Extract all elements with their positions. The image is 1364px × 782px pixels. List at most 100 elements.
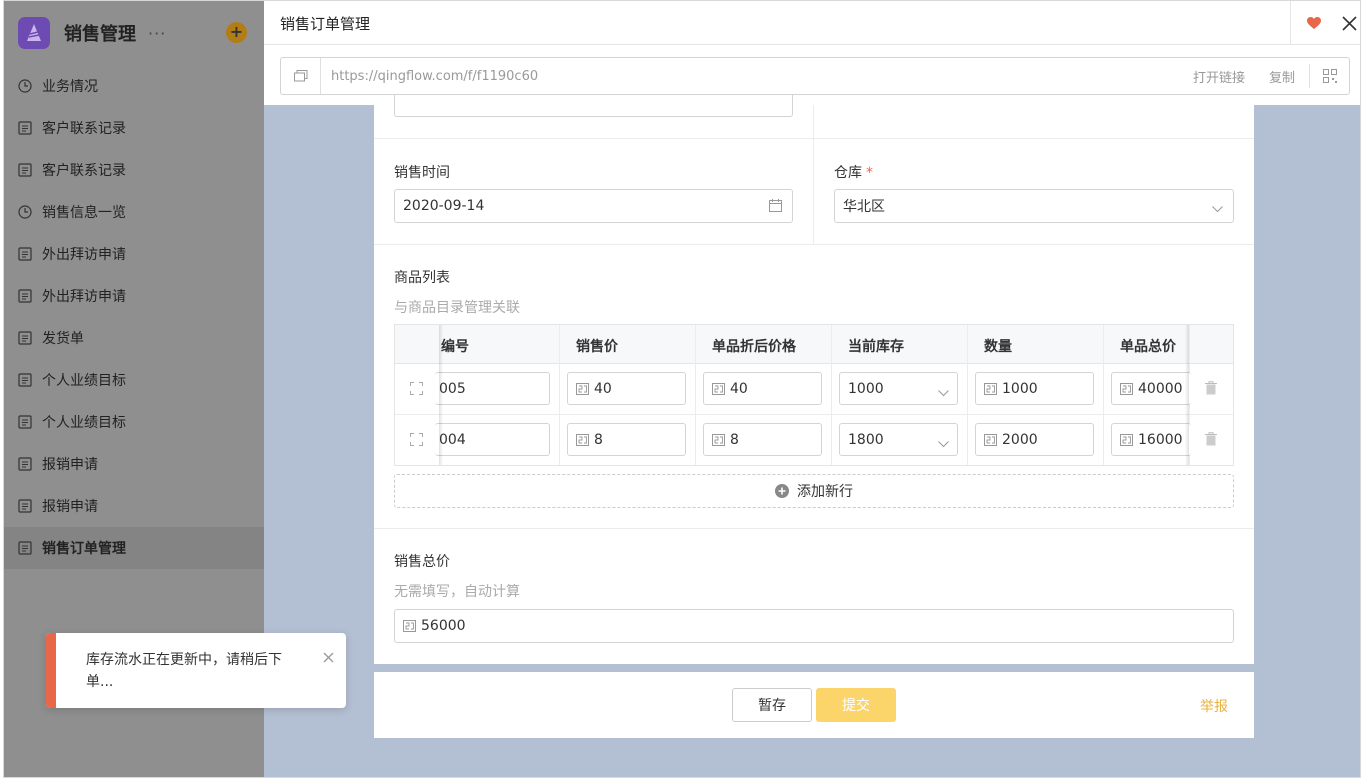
toast-accent-bar <box>46 633 56 708</box>
sidebar-nav: 业务情况客户联系记录 客户联系记录 销售信息一览 外出拜访申请 外出拜访申请 发货单个人业… <box>4 65 264 569</box>
modal-header: 销售订单管理 <box>264 1 1360 45</box>
th-discount-price: 单品折后价格 <box>712 339 796 355</box>
more-options-icon[interactable]: ··· <box>148 24 166 43</box>
sidebar-item[interactable]: 客户联系记录 <box>4 149 264 191</box>
sidebar-item[interactable]: 外出拜访申请 <box>4 275 264 317</box>
sidebar-header: 销售管理 ··· <box>4 1 264 65</box>
delete-row-icon[interactable] <box>1205 381 1217 399</box>
warehouse-value: 华北区 <box>843 199 885 215</box>
sidebar-item-label: 客户联系记录 <box>42 163 126 179</box>
warehouse-select[interactable]: 华北区 <box>834 189 1234 223</box>
app-logo[interactable] <box>18 17 50 49</box>
product-table: 编号 销售价 单品折后价格 当前库存 数量 单品总价 005 40 40 100… <box>394 324 1234 466</box>
qr-code-button[interactable] <box>1309 64 1349 88</box>
sidebar-item-label: 外出拜访申请 <box>42 289 126 305</box>
app-logo-icon <box>27 24 41 41</box>
open-link-button[interactable]: 打开链接 <box>1193 67 1245 86</box>
code-input[interactable]: 004 <box>435 423 550 456</box>
total-input[interactable]: 16000 <box>1111 423 1191 456</box>
form-icon <box>18 373 32 387</box>
submit-button[interactable]: 提交 <box>816 688 896 722</box>
number-icon <box>984 433 998 446</box>
share-link-box: https://qingflow.com/f/f1190c60 打开链接 复制 <box>280 57 1350 95</box>
sidebar-item-label: 外出拜访申请 <box>42 247 126 263</box>
price-input[interactable]: 8 <box>567 423 686 456</box>
total-price-hint: 无需填写，自动计算 <box>394 584 520 600</box>
close-modal-button[interactable] <box>1336 1 1360 45</box>
th-price: 销售价 <box>576 339 618 355</box>
add-app-button[interactable]: + <box>226 22 247 43</box>
sidebar-item[interactable]: 客户联系记录 <box>4 107 264 149</box>
sidebar-item-label: 报销申请 <box>42 457 98 473</box>
total-price-label: 销售总价 <box>394 554 450 570</box>
dashboard-icon <box>18 205 32 219</box>
app-window: 销售管理 ··· + 业务情况客户联系记录 客户联系记录 销售信息一览 外出拜访申请外… <box>3 0 1361 778</box>
copy-link-button[interactable]: 复制 <box>1269 67 1295 86</box>
sidebar-item[interactable]: 个人业绩目标 <box>4 359 264 401</box>
product-list-hint: 与商品目录管理关联 <box>394 300 520 316</box>
discount-price-input[interactable]: 8 <box>703 423 822 456</box>
th-qty: 数量 <box>984 339 1012 355</box>
sidebar-item[interactable]: 销售订单管理 <box>4 527 264 569</box>
close-icon <box>1341 15 1357 31</box>
form-icon <box>18 415 32 429</box>
add-row-button[interactable]: 添加新行 <box>394 474 1234 508</box>
form-icon <box>18 121 32 135</box>
save-draft-button[interactable]: 暂存 <box>732 688 812 722</box>
total-value: 40000 <box>1138 380 1183 397</box>
price-input[interactable]: 40 <box>567 372 686 405</box>
favorite-button[interactable] <box>1290 1 1336 45</box>
sidebar-item-label: 发货单 <box>42 331 84 347</box>
qty-input[interactable]: 2000 <box>975 423 1094 456</box>
total-price-value: 56000 <box>421 618 466 634</box>
th-code: 编号 <box>441 339 469 355</box>
stock-select[interactable]: 1800 <box>839 423 958 456</box>
discount-price-input[interactable]: 40 <box>703 372 822 405</box>
sidebar-item[interactable]: 发货单 <box>4 317 264 359</box>
calendar-icon <box>769 199 782 216</box>
sidebar-item[interactable]: 外出拜访申请 <box>4 233 264 275</box>
qr-code-icon <box>1322 69 1337 83</box>
total-value: 16000 <box>1138 431 1183 448</box>
form-icon <box>18 331 32 345</box>
total-input[interactable]: 40000 <box>1111 372 1191 405</box>
warehouse-label: 仓库 * <box>834 162 873 182</box>
stock-value: 1000 <box>848 380 884 397</box>
number-icon <box>712 433 726 446</box>
number-icon <box>1120 433 1134 446</box>
total-price-input[interactable]: 56000 <box>394 609 1234 643</box>
sidebar-item-label: 业务情况 <box>42 79 98 95</box>
expand-row-icon[interactable] <box>410 382 423 399</box>
form-icon <box>18 163 32 177</box>
code-input[interactable]: 005 <box>435 372 550 405</box>
sidebar-item-label: 销售信息一览 <box>42 205 126 221</box>
sale-time-value: 2020-09-14 <box>403 198 485 214</box>
delete-row-icon[interactable] <box>1205 432 1217 450</box>
sidebar-item-label: 客户联系记录 <box>42 121 126 137</box>
share-url[interactable]: https://qingflow.com/f/f1190c60 <box>331 69 1193 84</box>
sale-time-input[interactable]: 2020-09-14 <box>394 189 793 223</box>
stock-select[interactable]: 1000 <box>839 372 958 405</box>
report-link[interactable]: 举报 <box>1200 696 1228 716</box>
modal-title: 销售订单管理 <box>280 15 371 33</box>
qty-input[interactable]: 1000 <box>975 372 1094 405</box>
number-icon <box>1120 382 1134 395</box>
form-body: 销售时间 2020-09-14 仓库* 华北区 商品列表 与商品目录管理关联 <box>374 95 1254 664</box>
sidebar-item[interactable]: 销售信息一览 <box>4 191 264 233</box>
toast-message: 库存流水正在更新中，请稍后下单... <box>86 652 282 690</box>
app-name: 销售管理 <box>64 24 136 45</box>
qty-value: 2000 <box>1002 431 1038 448</box>
sidebar-item[interactable]: 报销申请 <box>4 485 264 527</box>
previous-field-input[interactable] <box>394 95 793 117</box>
form-footer: 暂存 提交 举报 <box>374 672 1254 738</box>
sidebar-item[interactable]: 报销申请 <box>4 443 264 485</box>
sidebar-item[interactable]: 业务情况 <box>4 65 264 107</box>
number-icon <box>403 620 417 632</box>
form-icon <box>18 457 32 471</box>
required-mark: * <box>866 165 873 181</box>
sidebar-item-label: 销售订单管理 <box>42 541 126 557</box>
sidebar-item[interactable]: 个人业绩目标 <box>4 401 264 443</box>
number-icon <box>984 382 998 395</box>
th-stock: 当前库存 <box>848 339 904 355</box>
expand-row-icon[interactable] <box>410 433 423 450</box>
